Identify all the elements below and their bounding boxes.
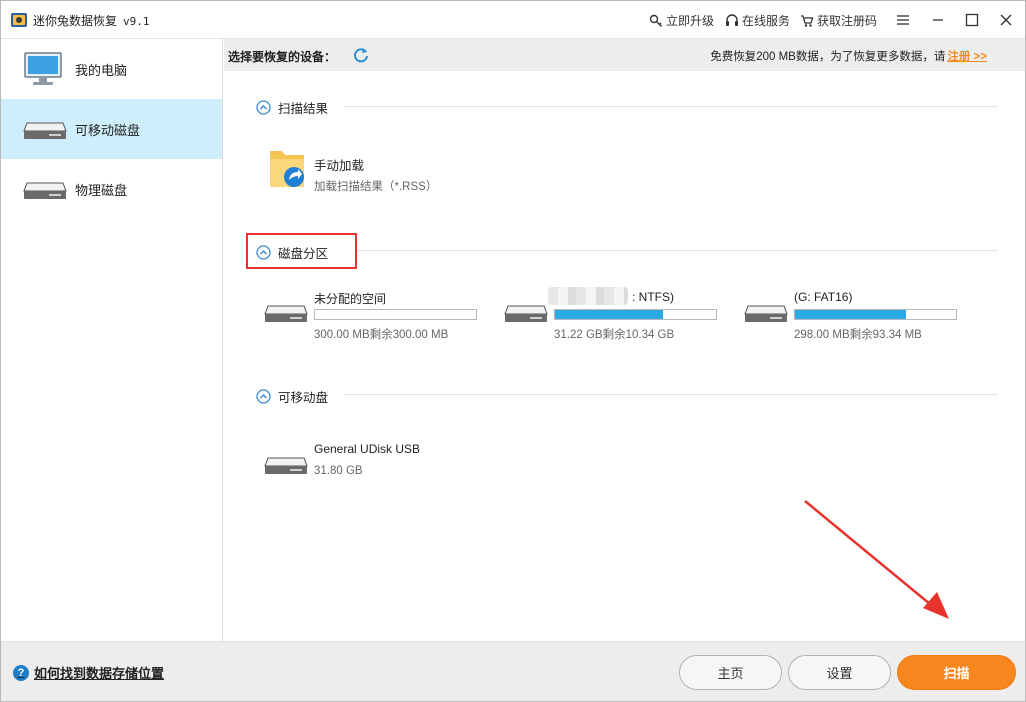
blurred-label-mask	[548, 287, 628, 305]
online-service-label: 在线服务	[742, 14, 791, 28]
divider	[344, 106, 998, 107]
section-title: 扫描结果	[278, 102, 329, 116]
help-link-label: 如何找到数据存储位置	[34, 666, 165, 681]
refresh-icon[interactable]	[352, 46, 370, 64]
usage-bar	[314, 309, 477, 320]
minimize-icon	[933, 19, 943, 21]
maximize-button[interactable]	[958, 7, 986, 33]
partition-name: (G: FAT16)	[794, 290, 853, 304]
disk-name: General UDisk USB	[314, 442, 421, 456]
partition-name-wrap: : NTFS)	[548, 287, 674, 305]
usage-fill	[795, 310, 907, 319]
home-button[interactable]: 主页	[679, 655, 782, 690]
question-icon: ?	[13, 664, 29, 681]
app-title: 迷你兔数据恢复 v9.1	[33, 12, 150, 29]
chevron-up-icon	[256, 389, 271, 404]
help-link[interactable]: ? 如何找到数据存储位置	[13, 663, 164, 682]
free-recovery-text: 免费恢复200 MB数据，为了恢复更多数据，请	[710, 51, 946, 63]
partition-size: 298.00 MB剩余93.34 MB	[794, 329, 922, 341]
device-header: 选择要恢复的设备： 免费恢复200 MB数据，为了恢复更多数据，请 注册 >>	[224, 39, 1025, 71]
section-removable-toggle[interactable]: 可移动盘	[256, 387, 328, 406]
headset-icon	[726, 13, 738, 26]
main-content: 扫描结果 手动加载 加载扫描结果（*.RSS） 磁盘分区 未分配的空间 300.…	[224, 71, 1025, 641]
divider	[358, 250, 998, 251]
cart-icon	[801, 14, 814, 27]
online-service-button[interactable]: 在线服务	[725, 12, 790, 29]
register-link[interactable]: 注册 >>	[947, 51, 987, 63]
divider	[344, 394, 998, 395]
physical-disk-icon	[23, 182, 67, 199]
sidebar-item-label: 可移动磁盘	[75, 122, 141, 138]
partition-size: 31.22 GB剩余10.34 GB	[554, 329, 675, 341]
sidebar: 我的电脑 可移动磁盘 物理磁盘	[1, 39, 223, 641]
sidebar-item-removable-disk[interactable]: 可移动磁盘	[1, 99, 222, 159]
manual-load-title: 手动加载	[314, 159, 365, 173]
title-bar: 迷你兔数据恢复 v9.1 立即升级 在线服务 获取注册码	[1, 1, 1025, 39]
manual-load-subtitle: 加载扫描结果（*.RSS）	[314, 181, 438, 193]
hard-disk-icon	[264, 457, 308, 474]
usage-fill	[555, 310, 663, 319]
sidebar-item-label: 我的电脑	[75, 62, 128, 78]
folder-icon	[270, 151, 304, 187]
close-icon	[1000, 14, 1012, 26]
footer-bar: ? 如何找到数据存储位置 主页 设置 扫描	[1, 641, 1025, 701]
key-icon	[649, 14, 662, 27]
partition-size: 300.00 MB剩余300.00 MB	[314, 329, 449, 341]
get-code-label: 获取注册码	[817, 14, 878, 28]
chevron-up-icon	[256, 100, 271, 115]
disk-size: 31.80 GB	[314, 465, 363, 477]
app-name: 迷你兔数据恢复	[33, 14, 118, 28]
removable-disk-icon	[23, 122, 67, 139]
annotation-highlight-box	[246, 233, 357, 269]
section-scan-results-toggle[interactable]: 扫描结果	[256, 98, 328, 117]
free-recovery-notice: 免费恢复200 MB数据，为了恢复更多数据，请 注册 >>	[710, 48, 987, 64]
close-button[interactable]	[992, 7, 1020, 33]
sidebar-item-my-computer[interactable]: 我的电脑	[1, 39, 222, 99]
usage-bar	[794, 309, 957, 320]
app-version: v9.1	[123, 15, 150, 28]
hard-disk-icon	[744, 305, 788, 322]
menu-button[interactable]	[889, 7, 917, 33]
hamburger-icon	[897, 15, 909, 25]
usage-bar	[554, 309, 717, 320]
upgrade-label: 立即升级	[666, 14, 715, 28]
get-code-button[interactable]: 获取注册码	[800, 12, 877, 29]
app-logo-icon	[11, 13, 27, 27]
upgrade-button[interactable]: 立即升级	[649, 12, 714, 29]
partition-name: 未分配的空间	[314, 292, 387, 306]
hard-disk-icon	[264, 305, 308, 322]
maximize-icon	[965, 13, 979, 27]
sidebar-item-label: 物理磁盘	[75, 182, 128, 198]
partition-name: : NTFS)	[632, 290, 674, 304]
monitor-icon	[24, 52, 62, 85]
hard-disk-icon	[504, 305, 548, 322]
minimize-button[interactable]	[924, 7, 952, 33]
manual-load-item[interactable]: 手动加载 加载扫描结果（*.RSS）	[268, 147, 437, 194]
app-window: 迷你兔数据恢复 v9.1 立即升级 在线服务 获取注册码 我的电脑 可移动磁盘 …	[0, 0, 1026, 702]
section-title: 可移动盘	[278, 391, 329, 405]
sidebar-item-physical-disk[interactable]: 物理磁盘	[1, 159, 222, 219]
settings-button[interactable]: 设置	[788, 655, 891, 690]
scan-button[interactable]: 扫描	[897, 655, 1016, 690]
select-device-label: 选择要恢复的设备：	[228, 50, 337, 64]
